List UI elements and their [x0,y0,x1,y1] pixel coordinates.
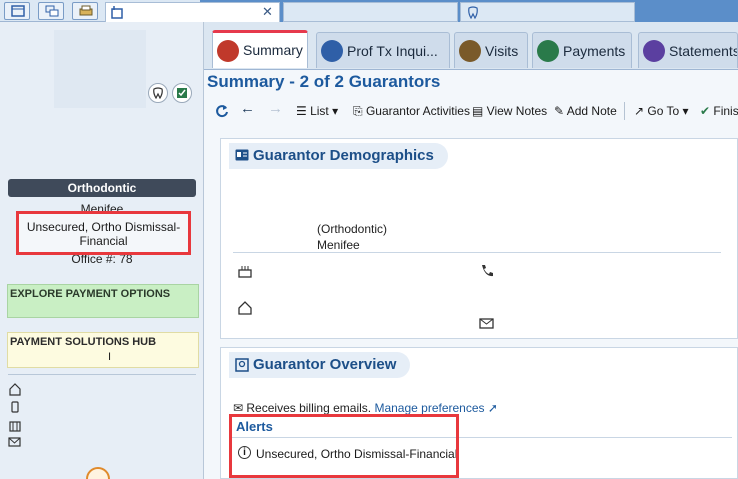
tab-label: Visits [485,43,519,59]
status-highlight: Unsecured, Ortho Dismissal-Financial [16,211,191,255]
visits-icon [459,40,481,62]
go-to-menu[interactable]: ↗ Go To ▾ [634,104,689,118]
demographics-panel: Guarantor Demographics (Orthodontic) Men… [220,138,738,339]
toolbar-separator [624,102,625,120]
activities-icon: ⎘ [353,104,366,118]
add-note-icon: ✎ [554,104,567,118]
tab-summary[interactable]: Summary [212,30,308,68]
status-text: Unsecured, Ortho Dismissal-Financial [26,220,181,248]
go-to-label: Go To [647,104,680,118]
back-arrow-icon[interactable]: ← [240,100,255,117]
go-to-icon: ↗ [634,104,648,118]
tab-visits[interactable]: Visits [454,32,528,68]
notes-icon[interactable] [86,467,110,479]
phone-icon [482,265,493,277]
tooth-icon [153,87,163,99]
overview-title: Guarantor Overview [253,356,397,373]
demographics-department: (Orthodontic) [317,222,388,236]
checklist-button[interactable] [172,83,192,103]
summary-icon [217,40,239,62]
alert-highlight [229,414,459,478]
tab-label: Summary [243,42,303,58]
view-notes-label: View Notes [486,104,548,118]
tab-payments[interactable]: Payments [532,32,632,68]
overview-header: Guarantor Overview [229,352,411,378]
guarantor-activities-button[interactable]: ⎘ Guarantor Activities [353,104,470,119]
toolbar: ← → ☰ List ▾ ⎘ Guarantor Activities ▤ Vi… [204,98,738,124]
page-title: Summary - 2 of 2 Guarantors [207,72,441,91]
payments-icon [537,40,559,62]
hub-label: PAYMENT SOLUTIONS HUB [10,336,157,348]
window-icon [11,5,25,17]
list-icon: ☰ [296,104,311,118]
tab-statements[interactable]: Statements [638,32,738,68]
payment-solutions-hub[interactable]: PAYMENT SOLUTIONS HUB I [7,332,199,368]
billing-preferences: ✉ Receives billing emails. Manage prefer… [233,401,498,415]
printer-icon [79,5,93,16]
department-header: Orthodontic [8,179,196,197]
email-icon [479,318,494,329]
overview-icon [235,358,249,372]
birthday-cake-icon [238,266,252,278]
tab-label: Payments [563,43,626,59]
checkmark-icon: ✔ [700,104,714,118]
manage-preferences-link[interactable]: Manage preferences [374,401,484,415]
divider [8,374,196,375]
finish-button[interactable]: ✔ Finis [700,104,738,118]
inquiry-icon [321,40,343,62]
id-card-icon [235,149,249,161]
text-cursor: I [108,351,112,363]
billing-icon: ✉ [233,401,247,415]
home-icon [238,301,252,315]
window-button[interactable] [4,2,30,20]
demographics-title: Guarantor Demographics [253,147,434,164]
window-tab-3[interactable] [460,2,635,22]
tab-bar: Summary Prof Tx Inqui... Visits Payments… [204,22,738,70]
print-button[interactable] [72,2,98,20]
forward-arrow-icon[interactable]: → [268,100,283,117]
divider [233,252,721,253]
home-icon [9,383,21,396]
add-note-button[interactable]: ✎ Add Note [554,104,617,118]
active-window-tab[interactable] [105,2,280,22]
finish-label: Finis [713,104,738,118]
tab-label: Statements [669,43,738,59]
add-note-label: Add Note [566,104,617,118]
demographics-header: Guarantor Demographics [229,143,448,169]
view-notes-button[interactable]: ▤ View Notes [472,104,547,118]
top-strip: ✕ [0,0,738,22]
refresh-icon[interactable] [214,103,230,119]
left-panel: Orthodontic Menifee Office #: 78 Unsecur… [0,22,204,479]
tab-prof-tx-inquiry[interactable]: Prof Tx Inqui... [316,32,450,68]
checklist-icon [177,88,187,98]
office-building-icon [9,421,21,432]
cascade-button[interactable] [38,2,64,20]
list-label: List [310,104,329,118]
main-content: Summary Prof Tx Inqui... Visits Payments… [204,22,738,479]
close-icon[interactable]: ✕ [262,4,273,20]
cascade-icon [45,5,59,17]
patient-photo [54,30,146,108]
tooth-icon [468,6,478,20]
explore-label: EXPLORE PAYMENT OPTIONS [10,288,171,300]
dental-chart-button[interactable] [148,83,168,103]
external-link-icon[interactable]: ➚ [485,401,498,415]
tab-label: Prof Tx Inqui... [347,43,438,59]
window-tab-2[interactable] [283,2,458,22]
notes-icon: ▤ [472,104,487,118]
explore-payment-options[interactable]: EXPLORE PAYMENT OPTIONS [7,284,199,318]
mobile-phone-icon [11,401,19,413]
statements-icon [643,40,665,62]
patient-icon [111,6,123,19]
demographics-location: Menifee [317,238,360,252]
activities-label: Guarantor Activities [365,104,470,118]
list-menu[interactable]: ☰ List ▾ [296,104,338,118]
billing-text: Receives billing emails. [246,401,372,415]
email-icon [8,437,21,447]
